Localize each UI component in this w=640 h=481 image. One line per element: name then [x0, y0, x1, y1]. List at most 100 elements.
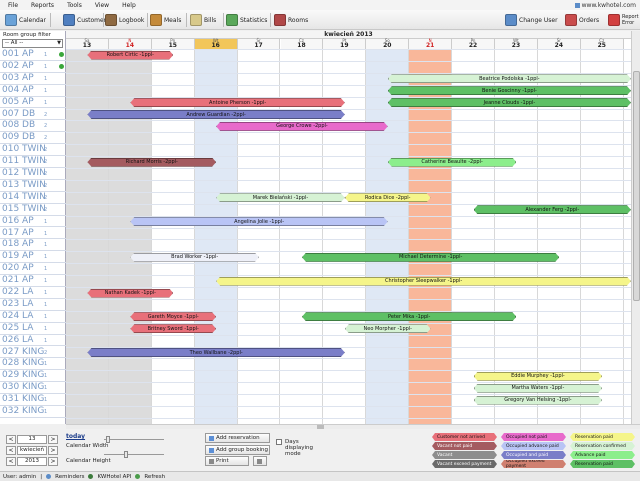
- reservation-bar[interactable]: Christopher Sleepwalker -1ppl-: [216, 277, 631, 286]
- year-field[interactable]: 2013: [17, 457, 47, 466]
- reservation-bar[interactable]: Robert Cirtic -1ppl-: [87, 51, 173, 60]
- room-row[interactable]: 002 AP 1: [0, 61, 66, 73]
- reservation-bar[interactable]: Rodica Dice -2ppl-: [345, 193, 431, 202]
- day-header[interactable]: Pt 19: [323, 39, 367, 49]
- reservation-bar[interactable]: Nathan Kadek -1ppl-: [87, 289, 173, 298]
- orders-button[interactable]: Orders: [565, 11, 599, 29]
- room-row[interactable]: 023 LA 1: [0, 299, 66, 311]
- export-button[interactable]: [253, 456, 267, 466]
- reservation-bar[interactable]: Brad Worker -1ppl-: [130, 253, 259, 262]
- reservation-bar[interactable]: Antoine Pherson -1ppl-: [130, 98, 345, 107]
- room-row[interactable]: 010 TWIN 2: [0, 144, 66, 157]
- room-row[interactable]: 027 KING 2: [0, 347, 66, 359]
- room-group-filter-select[interactable]: -- All -- ▼: [2, 39, 63, 48]
- room-row[interactable]: 014 TWIN 2: [0, 192, 66, 204]
- day-header[interactable]: N 21: [409, 39, 453, 49]
- day-header[interactable]: Śr 17: [237, 39, 281, 49]
- menu-help[interactable]: Help: [122, 2, 136, 9]
- room-row[interactable]: 003 AP 1: [0, 73, 66, 85]
- reservation-bar[interactable]: Theo Wallbane -2ppl-: [87, 348, 344, 357]
- reservation-bar[interactable]: Catherine Beaulte -2ppl-: [388, 158, 517, 167]
- room-row[interactable]: 015 TWIN 2: [0, 204, 66, 216]
- bills-button[interactable]: Bills: [190, 11, 216, 29]
- month-field[interactable]: kwiecień: [17, 446, 47, 455]
- prev-day-button[interactable]: <: [6, 435, 16, 444]
- room-row[interactable]: 005 AP 1: [0, 97, 66, 109]
- reservation-bar[interactable]: Andrew Guardian -2ppl-: [87, 110, 344, 119]
- room-row[interactable]: 018 AP 1: [0, 239, 66, 252]
- room-row[interactable]: 028 KING 1: [0, 358, 66, 371]
- change-user-button[interactable]: Change User: [505, 11, 558, 29]
- prev-month-button[interactable]: <: [6, 446, 16, 455]
- room-row[interactable]: 017 AP 1: [0, 228, 66, 240]
- room-row[interactable]: 007 DB 2: [0, 109, 66, 121]
- room-row[interactable]: 020 AP 1: [0, 263, 66, 276]
- report-error-button[interactable]: Report Error: [608, 11, 640, 29]
- reservation-bar[interactable]: Benie Goscinny -1ppl-: [388, 86, 631, 95]
- calendar-height-knob[interactable]: [124, 451, 128, 458]
- calendar-height-slider[interactable]: [104, 451, 164, 458]
- reservation-bar[interactable]: Alexander Ferg -2ppl-: [474, 205, 631, 214]
- next-month-button[interactable]: >: [48, 446, 58, 455]
- reservation-bar[interactable]: Michael Determine -1ppl-: [302, 253, 559, 262]
- api-link[interactable]: KWHotel API: [97, 474, 131, 480]
- room-row[interactable]: 004 AP 1: [0, 85, 66, 97]
- day-header[interactable]: Pn 15: [151, 39, 195, 49]
- room-row[interactable]: 022 LA 1: [0, 287, 66, 299]
- reservation-bar[interactable]: Britney Sword -1ppl-: [130, 324, 216, 333]
- room-row[interactable]: 031 KING 1: [0, 394, 66, 406]
- day-header[interactable]: Sa 13: [66, 39, 109, 49]
- reservation-bar[interactable]: Gregory Van Helsing -1ppl-: [474, 396, 603, 405]
- reservation-bar[interactable]: Eddie Murphey -1ppl-: [474, 372, 603, 381]
- room-row[interactable]: 016 AP 1: [0, 216, 66, 228]
- reservation-bar[interactable]: Peter Mika -1ppl-: [302, 312, 517, 321]
- logbook-button[interactable]: Logbook: [105, 11, 144, 29]
- day-header[interactable]: Cz 18: [280, 39, 324, 49]
- rooms-button[interactable]: Rooms: [274, 11, 308, 29]
- day-header[interactable]: Cz 25: [580, 39, 624, 49]
- print-button[interactable]: Print: [205, 456, 249, 466]
- room-row[interactable]: 026 LA 1: [0, 335, 66, 347]
- room-row[interactable]: 001 AP 1: [0, 49, 66, 61]
- room-row[interactable]: 021 AP 1: [0, 275, 66, 287]
- calendar-width-slider[interactable]: [104, 436, 164, 443]
- room-row[interactable]: 032 KING 1: [0, 406, 66, 418]
- room-row[interactable]: 011 TWIN 2: [0, 156, 66, 168]
- room-row[interactable]: 012 TWIN 2: [0, 168, 66, 180]
- calendar-width-knob[interactable]: [106, 436, 110, 443]
- menu-tools[interactable]: Tools: [67, 2, 82, 9]
- menu-view[interactable]: View: [95, 2, 109, 9]
- room-row[interactable]: 019 AP 1: [0, 251, 66, 264]
- room-row[interactable]: 029 KING 1: [0, 370, 66, 383]
- reservation-bar[interactable]: Angelina Jolie -1ppl-: [130, 217, 387, 226]
- next-year-button[interactable]: >: [48, 457, 58, 466]
- room-row[interactable]: 013 TWIN 2: [0, 180, 66, 192]
- next-day-button[interactable]: >: [48, 435, 58, 444]
- reservation-bar[interactable]: Beatrice Podolska -1ppl-: [388, 74, 631, 83]
- refresh-link[interactable]: Refresh: [144, 474, 165, 480]
- calendar-button[interactable]: Calendar: [5, 11, 46, 29]
- add-reservation-button[interactable]: Add reservation: [205, 433, 270, 443]
- reservation-bar[interactable]: Neo Morpher -1ppl-: [345, 324, 431, 333]
- menu-reports[interactable]: Reports: [31, 2, 54, 9]
- today-link[interactable]: today: [66, 433, 85, 440]
- day-header[interactable]: N 14: [108, 39, 152, 49]
- day-field[interactable]: 13: [17, 435, 47, 444]
- menu-file[interactable]: File: [8, 2, 18, 9]
- vertical-scrollbar[interactable]: [631, 31, 640, 424]
- room-row[interactable]: 030 KING 1: [0, 382, 66, 395]
- days-displaying-mode-checkbox[interactable]: [276, 439, 282, 445]
- room-row[interactable]: 024 LA 1: [0, 311, 66, 323]
- day-header[interactable]: So 20: [366, 39, 410, 49]
- day-header[interactable]: Śr 24: [537, 39, 581, 49]
- reminders-link[interactable]: Reminders: [55, 474, 84, 480]
- reservation-calendar[interactable]: kwiecień 2013 Sa 13 N 14 Pn 15 Wt 16 Śr 17 Cz 18 Pt 1…: [66, 31, 631, 424]
- room-row[interactable]: 009 DB 2: [0, 132, 66, 145]
- reservation-bar[interactable]: Jeanne Clouds -1ppl-: [388, 98, 631, 107]
- day-header[interactable]: Wt 16: [194, 39, 238, 49]
- reservation-bar[interactable]: George Crowe -2ppl-: [216, 122, 388, 131]
- prev-year-button[interactable]: <: [6, 457, 16, 466]
- meals-button[interactable]: Meals: [150, 11, 181, 29]
- statistics-button[interactable]: Statistics: [226, 11, 267, 29]
- day-header[interactable]: Pn 22: [452, 39, 495, 49]
